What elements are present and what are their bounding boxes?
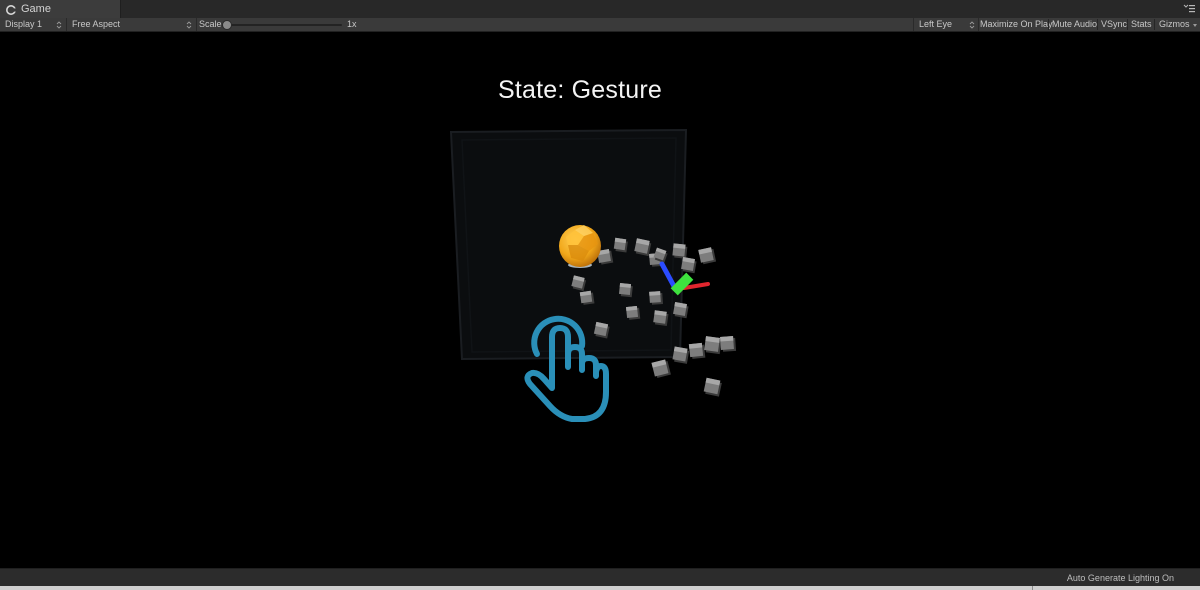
- cube: [673, 302, 689, 319]
- cube: [651, 359, 671, 378]
- dropdown-arrows-icon: [56, 21, 62, 29]
- eye-label: Left Eye: [919, 19, 953, 29]
- toolbar-separator: [1127, 19, 1128, 30]
- gizmos-label: Gizmos: [1159, 19, 1190, 29]
- dropdown-arrows-icon: [186, 21, 192, 29]
- cube: [625, 305, 641, 320]
- cube: [653, 310, 669, 327]
- chevron-down-icon: [1193, 24, 1197, 27]
- cube: [672, 243, 688, 259]
- cube: [593, 321, 610, 339]
- bottom-edge: [0, 586, 1200, 590]
- tab-title: Game: [21, 3, 51, 15]
- cube: [672, 346, 690, 364]
- lighting-status[interactable]: Auto Generate Lighting On: [1067, 573, 1174, 583]
- cube: [720, 336, 737, 352]
- cube: [681, 257, 697, 274]
- aspect-label: Free Aspect: [72, 19, 121, 29]
- cube: [579, 290, 595, 305]
- dropdown-arrows-icon: [969, 21, 975, 29]
- cube: [618, 282, 633, 298]
- tab-game[interactable]: Game: [0, 0, 121, 18]
- stats-toggle[interactable]: Stats: [1131, 18, 1152, 31]
- tab-menu-icon[interactable]: [1182, 2, 1196, 16]
- cube: [613, 237, 628, 253]
- cube: [698, 247, 717, 265]
- cube: [688, 342, 706, 359]
- scale-value: 1x: [347, 19, 357, 29]
- cube: [704, 336, 722, 355]
- scale-label: Scale: [199, 19, 222, 29]
- scene-render: [449, 128, 737, 422]
- cube: [634, 238, 652, 257]
- eye-dropdown[interactable]: Left Eye: [913, 18, 979, 31]
- mute-audio-toggle[interactable]: Mute Audio: [1052, 18, 1097, 31]
- gizmos-dropdown[interactable]: Gizmos: [1155, 18, 1200, 31]
- toolbar-separator: [1097, 19, 1098, 30]
- scale-slider[interactable]: [224, 24, 342, 26]
- status-bar: Auto Generate Lighting On: [0, 568, 1200, 587]
- display-dropdown[interactable]: Display 1: [0, 18, 67, 31]
- unity-game-icon: [5, 3, 17, 15]
- game-toolbar: Display 1 Free Aspect Scale 1x Left Eye …: [0, 18, 1200, 32]
- game-viewport[interactable]: State: Gesture: [0, 32, 1200, 568]
- display-label: Display 1: [5, 19, 43, 29]
- scale-slider-thumb[interactable]: [222, 20, 232, 30]
- aspect-dropdown[interactable]: Free Aspect: [66, 18, 197, 31]
- bottom-divider: [1032, 586, 1033, 590]
- cube: [703, 377, 722, 397]
- window-tab-bar: Game: [0, 0, 1200, 19]
- vsync-toggle[interactable]: VSync: [1101, 18, 1127, 31]
- maximize-on-play-toggle[interactable]: Maximize On Play: [980, 18, 1053, 31]
- toolbar-separator: [1048, 19, 1049, 30]
